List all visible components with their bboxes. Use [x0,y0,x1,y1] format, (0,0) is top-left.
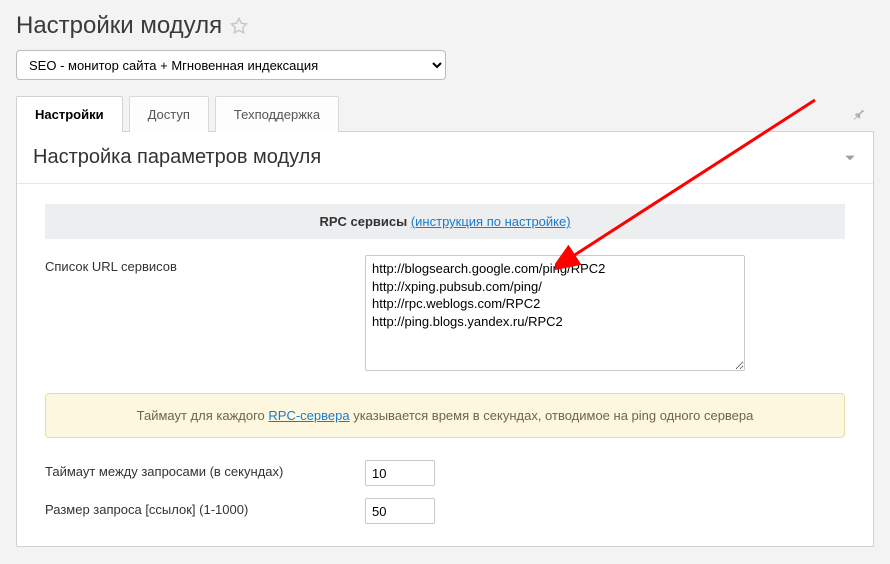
batch-label: Размер запроса [ссылок] (1-1000) [45,498,365,517]
batch-size-input[interactable] [365,498,435,524]
timeout-input[interactable] [365,460,435,486]
module-select[interactable]: SEO - монитор сайта + Мгновенная индекса… [16,50,446,80]
tab-support[interactable]: Техподдержка [215,96,339,132]
tab-access[interactable]: Доступ [129,96,209,132]
tab-settings[interactable]: Настройки [16,96,123,132]
callout-prefix: Таймаут для каждого [137,408,269,423]
timeout-callout: Таймаут для каждого RPC-сервера указывае… [45,393,845,438]
rpc-list-label: Список URL сервисов [45,255,365,274]
rpc-section-bar: RPC сервисы (инструкция по настройке) [45,204,845,239]
favorite-star-icon[interactable] [230,17,248,35]
pin-icon[interactable] [844,99,874,129]
rpc-list-textarea[interactable] [365,255,745,371]
timeout-label: Таймаут между запросами (в секундах) [45,460,365,479]
settings-panel: Настройка параметров модуля RPC сервисы … [16,131,874,547]
rpc-instructions-link[interactable]: (инструкция по настройке) [411,214,571,229]
collapse-icon[interactable] [843,151,857,165]
callout-suffix: указывается время в секундах, отводимое … [350,408,754,423]
panel-heading: Настройка параметров модуля [33,146,321,169]
rpc-server-link[interactable]: RPC-сервера [268,408,349,423]
rpc-section-title: RPC сервисы [319,214,407,229]
page-title: Настройки модуля [16,12,222,40]
